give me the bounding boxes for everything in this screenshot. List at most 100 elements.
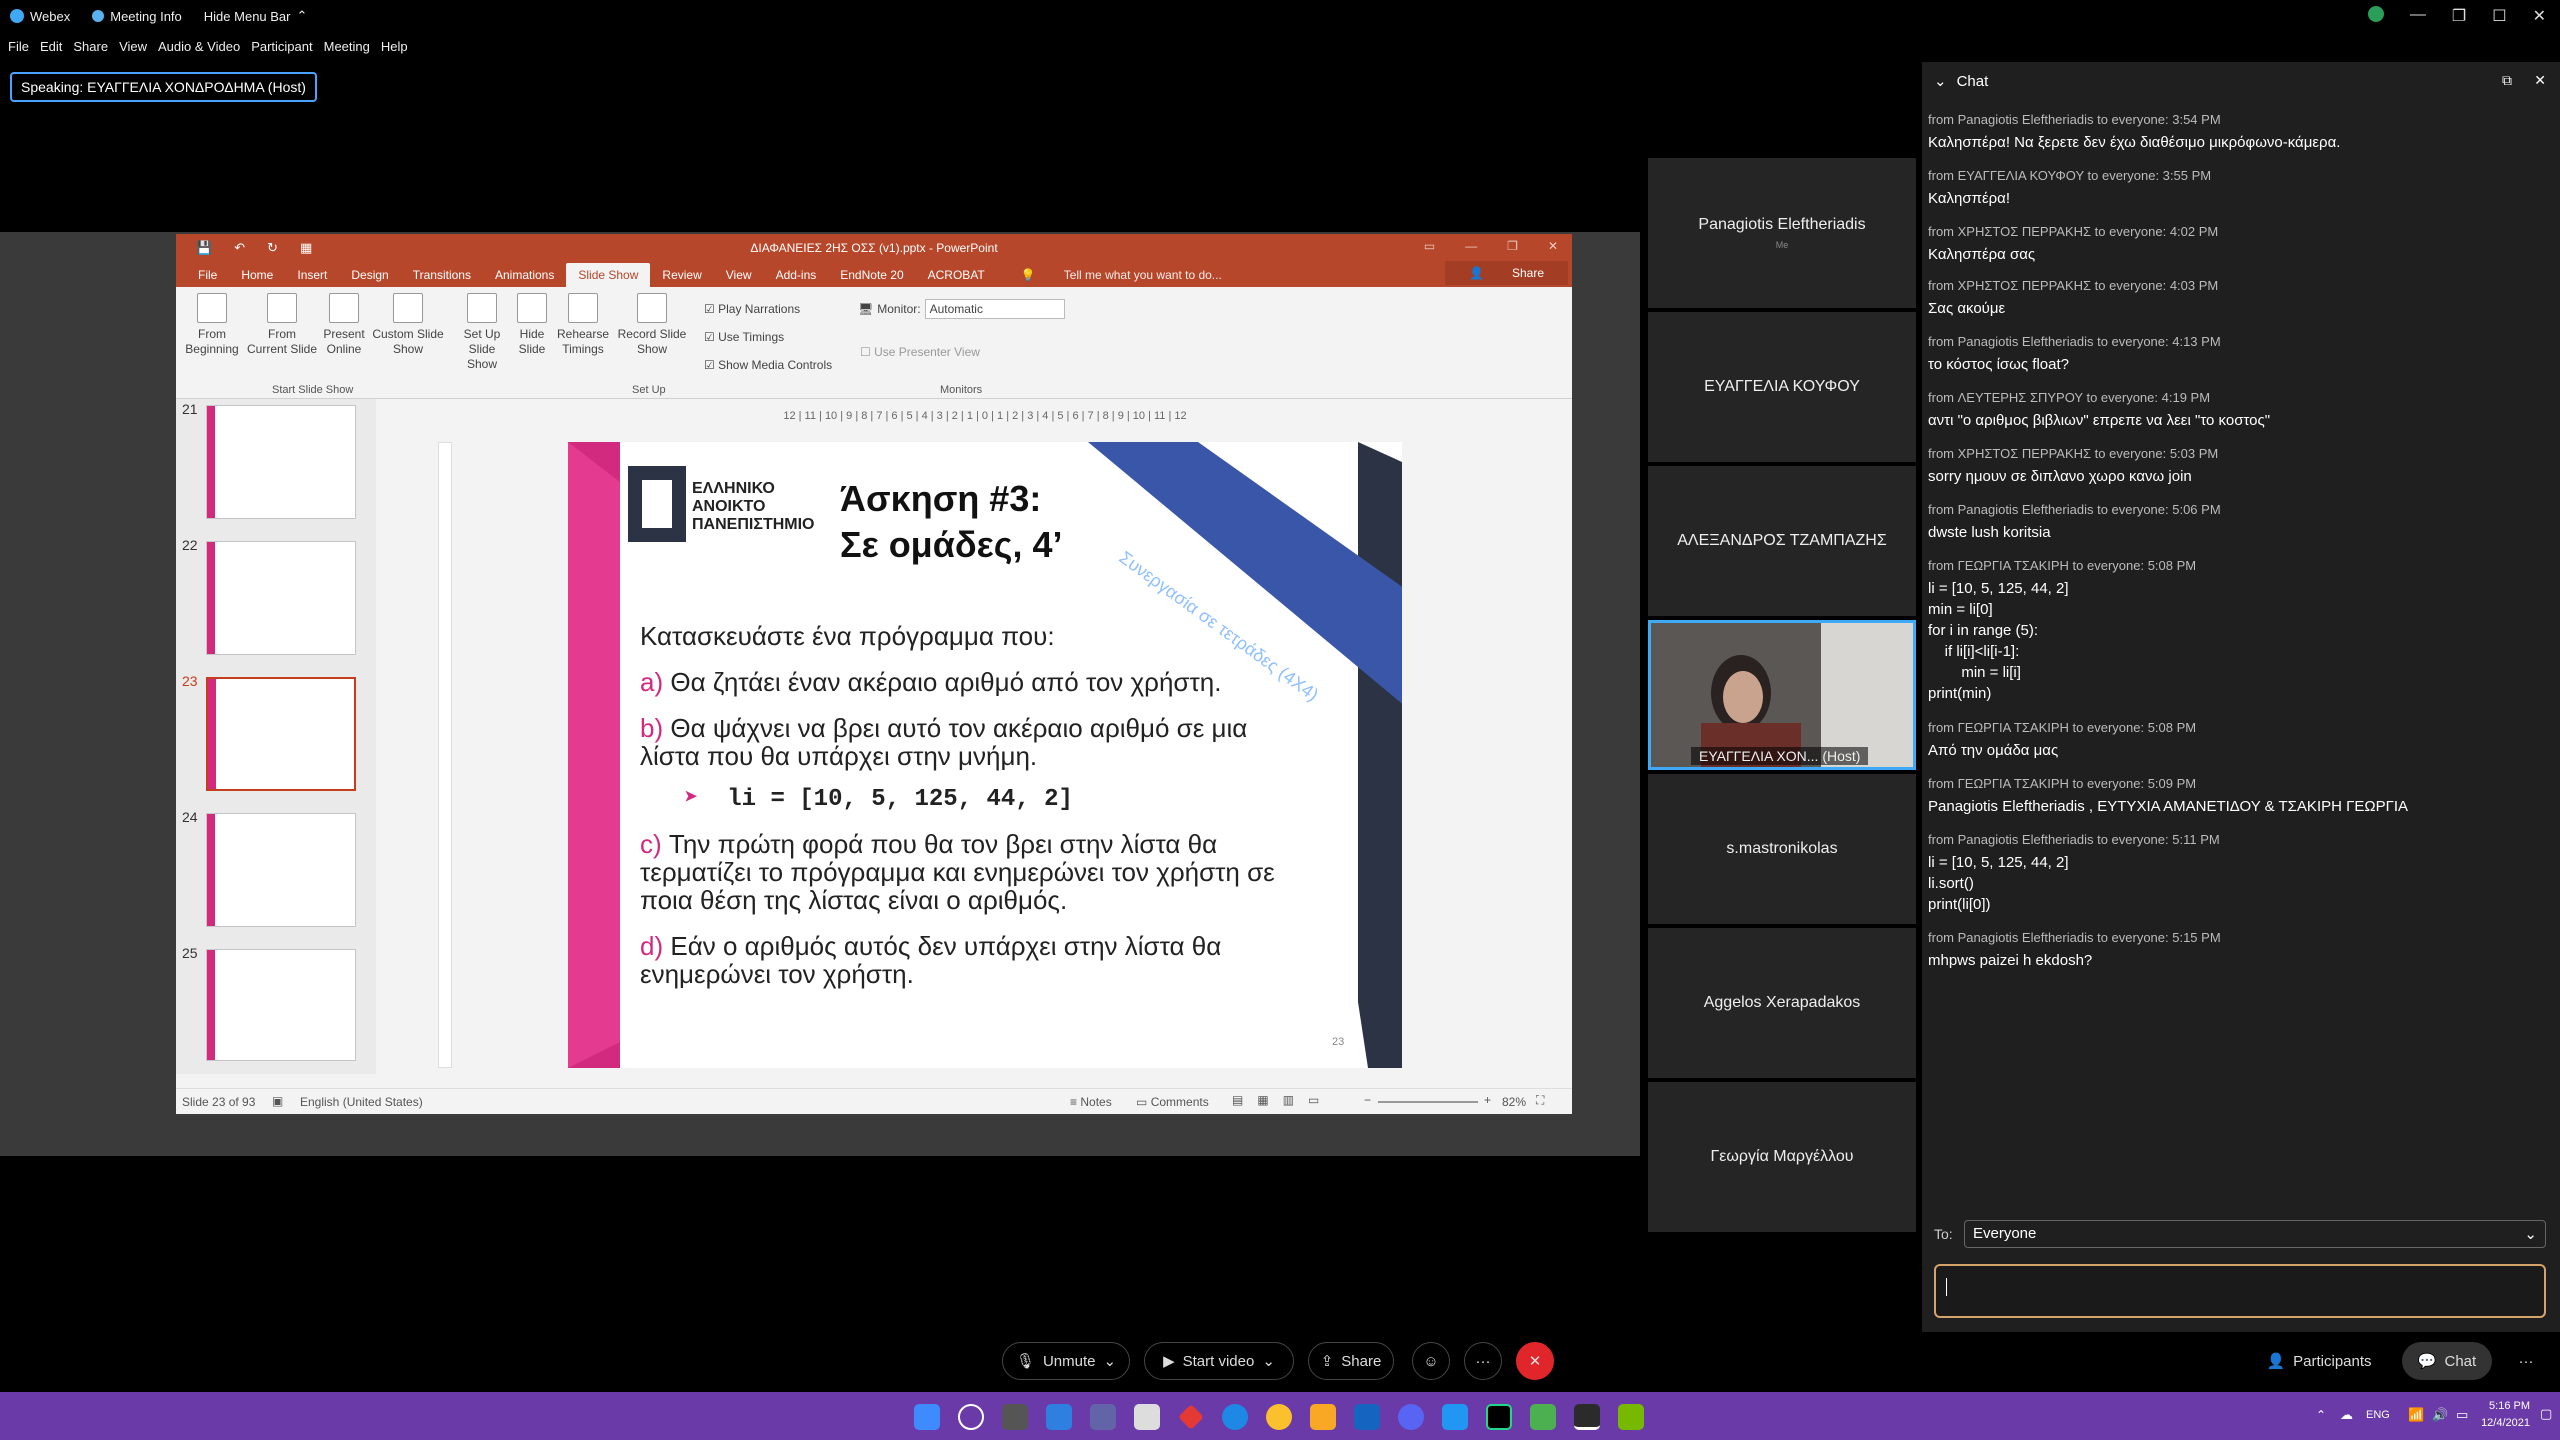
pycharm-icon[interactable]: [1486, 1404, 1512, 1430]
slide-thumbnail[interactable]: [206, 405, 356, 519]
recipient-select[interactable]: Everyone ⌄: [1964, 1220, 2546, 1248]
setup-slide-show-button[interactable]: Set Up Slide Show: [452, 293, 512, 372]
rehearse-timings-button[interactable]: Rehearse Timings: [554, 293, 612, 357]
participant-tile[interactable]: Panagiotis Eleftheriadis Me: [1648, 158, 1916, 308]
tab-slide-show[interactable]: Slide Show: [566, 263, 651, 287]
use-timings-checkbox[interactable]: ☑ Use Timings: [704, 323, 832, 351]
participant-tile[interactable]: ΑΛΕΞΑΝΔΡΟΣ ΤΖΑΜΠΑΖΗΣ: [1648, 466, 1916, 616]
tab-view[interactable]: View: [714, 263, 764, 287]
tray-chevron-icon[interactable]: ⌃: [2316, 1408, 2326, 1422]
leave-meeting-button[interactable]: ✕: [1516, 1342, 1554, 1380]
nvidia-icon[interactable]: [1618, 1404, 1644, 1430]
notifications-icon[interactable]: ▢: [2540, 1406, 2552, 1422]
file-explorer-icon[interactable]: [1310, 1404, 1336, 1430]
minimize-icon[interactable]: —: [2410, 6, 2426, 26]
zoom-out-icon[interactable]: −: [1364, 1093, 1371, 1107]
mail-icon[interactable]: [1354, 1404, 1380, 1430]
reading-view-icon[interactable]: ▥: [1283, 1093, 1294, 1107]
zoom-in-icon[interactable]: +: [1484, 1093, 1491, 1107]
minimize-icon[interactable]: —: [1465, 239, 1477, 253]
show-media-controls-checkbox[interactable]: ☑ Show Media Controls: [704, 351, 832, 379]
tab-endnote[interactable]: EndNote 20: [828, 263, 915, 287]
onedrive-icon[interactable]: ☁: [2340, 1407, 2353, 1423]
slideshow-view-icon[interactable]: ▭: [1308, 1093, 1319, 1107]
reactions-button[interactable]: ☺: [1412, 1342, 1450, 1380]
start-presentation-icon[interactable]: ▦: [300, 240, 312, 256]
battery-icon[interactable]: ▭: [2456, 1407, 2468, 1423]
language-indicator[interactable]: ENG: [2366, 1409, 2390, 1421]
chat-header[interactable]: ⌄ Chat: [1934, 72, 1988, 91]
task-view-icon[interactable]: [1002, 1404, 1028, 1430]
chrome-icon[interactable]: [1266, 1404, 1292, 1430]
tab-file[interactable]: File: [186, 263, 229, 287]
close-icon[interactable]: ✕: [1548, 239, 1558, 253]
start-video-button[interactable]: ▶ Start video ⌄: [1144, 1342, 1294, 1380]
from-beginning-button[interactable]: From Beginning: [184, 293, 240, 357]
maximize-icon[interactable]: ☐: [2492, 6, 2506, 26]
webex-taskbar-icon[interactable]: [1574, 1404, 1600, 1430]
tab-design[interactable]: Design: [339, 263, 400, 287]
comments-button[interactable]: ▭ Comments: [1136, 1095, 1209, 1109]
avatar[interactable]: [2367, 6, 2384, 22]
tab-home[interactable]: Home: [229, 263, 285, 287]
edge-icon[interactable]: [1222, 1404, 1248, 1430]
presenter-view-checkbox[interactable]: ☐ Use Presenter View: [860, 345, 980, 359]
meeting-info-button[interactable]: Meeting Info: [92, 9, 182, 24]
clock[interactable]: 5:16 PM 12/4/2021: [2470, 1398, 2530, 1432]
widgets-icon[interactable]: [1046, 1404, 1072, 1430]
save-icon[interactable]: 💾: [196, 240, 212, 256]
menu-audio-video[interactable]: Audio & Video: [158, 39, 240, 54]
menu-edit[interactable]: Edit: [40, 39, 62, 54]
chevron-down-icon[interactable]: ⌄: [1934, 72, 1947, 90]
share-button[interactable]: ⇪ Share: [1308, 1342, 1394, 1380]
participant-tile[interactable]: Aggelos Xerapadakos: [1648, 928, 1916, 1078]
discord-icon[interactable]: [1398, 1404, 1424, 1430]
zoom-level[interactable]: 82%: [1502, 1095, 1526, 1109]
language[interactable]: English (United States): [300, 1095, 423, 1109]
menu-share[interactable]: Share: [73, 39, 108, 54]
custom-show-button[interactable]: Custom Slide Show: [368, 293, 448, 357]
zoom-slider[interactable]: [1378, 1101, 1478, 1103]
menu-participant[interactable]: Participant: [251, 39, 312, 54]
slide-sorter-icon[interactable]: ▦: [1257, 1093, 1268, 1107]
tab-transitions[interactable]: Transitions: [401, 263, 483, 287]
volume-icon[interactable]: 🔊: [2432, 1407, 2448, 1423]
spell-check-icon[interactable]: ▣: [272, 1094, 283, 1108]
ppt-share-button[interactable]: 👤 Share: [1445, 261, 1568, 285]
start-icon[interactable]: [914, 1404, 940, 1430]
monitor-select[interactable]: Automatic: [924, 299, 1065, 319]
tell-me-search[interactable]: 💡 Tell me what you want to do...: [997, 263, 1246, 287]
close-icon[interactable]: ✕: [2534, 72, 2546, 89]
tab-acrobat[interactable]: ACROBAT: [916, 263, 997, 287]
search-icon[interactable]: [958, 1404, 984, 1430]
participant-tile-active-speaker[interactable]: ΕΥΑΓΓΕΛΙΑ ΧΟΝ... (Host): [1648, 620, 1916, 770]
ribbon-display-icon[interactable]: ▭: [1424, 239, 1435, 253]
menu-help[interactable]: Help: [381, 39, 408, 54]
panel-options-button[interactable]: ···: [2508, 1342, 2544, 1380]
teams-icon[interactable]: [1090, 1404, 1116, 1430]
webex-app[interactable]: Webex: [10, 9, 70, 24]
wifi-icon[interactable]: 📶: [2408, 1407, 2424, 1423]
play-narrations-checkbox[interactable]: ☑ Play Narrations: [704, 295, 832, 323]
menu-view[interactable]: View: [119, 39, 147, 54]
pop-out-icon[interactable]: ⧉: [2502, 72, 2512, 89]
slide-thumbnail[interactable]: [206, 949, 356, 1061]
tab-insert[interactable]: Insert: [285, 263, 339, 287]
slide-canvas[interactable]: ΕΛΛΗΝΙΚΟ ΑΝΟΙΚΤΟ ΠΑΝΕΠΙΣΤΗΜΙΟ Άσκηση #3:…: [568, 442, 1402, 1068]
menu-meeting[interactable]: Meeting: [324, 39, 370, 54]
chat-button[interactable]: 💬 Chat: [2402, 1342, 2492, 1380]
calendar-icon[interactable]: [1134, 1404, 1160, 1430]
normal-view-icon[interactable]: ▤: [1232, 1093, 1243, 1107]
notes-button[interactable]: ≡ Notes: [1070, 1095, 1112, 1109]
from-current-button[interactable]: From Current Slide: [242, 293, 322, 357]
participants-button[interactable]: 👤 Participants: [2256, 1342, 2382, 1380]
restore-icon[interactable]: ❐: [1507, 239, 1518, 253]
hide-menu-bar-button[interactable]: Hide Menu Bar ⌃: [204, 8, 308, 24]
record-slide-show-button[interactable]: Record Slide Show: [614, 293, 690, 357]
restore-icon[interactable]: ❐: [2452, 6, 2466, 26]
app-diamond-icon[interactable]: [1178, 1404, 1204, 1430]
redo-icon[interactable]: ↻: [267, 240, 278, 256]
hide-slide-button[interactable]: Hide Slide: [512, 293, 552, 357]
participant-tile[interactable]: Γεωργία Μαργέλλου: [1648, 1082, 1916, 1232]
menu-file[interactable]: File: [8, 39, 29, 54]
